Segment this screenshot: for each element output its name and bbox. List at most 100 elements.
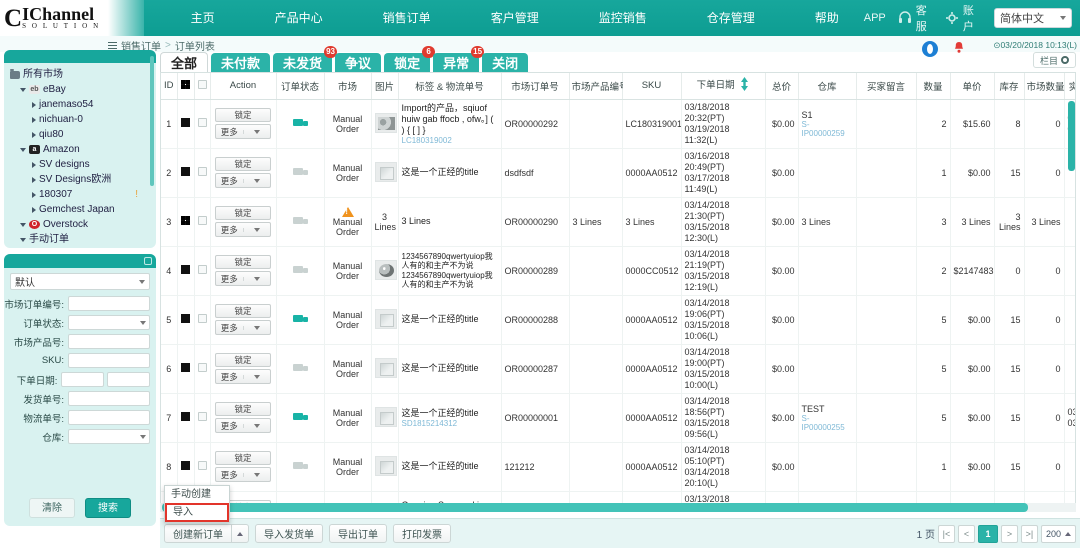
cell-swatch[interactable] (177, 246, 195, 296)
cell-market-order-no[interactable]: OR00000287 (501, 344, 570, 394)
columns-settings-button[interactable]: 栏目 (1032, 52, 1076, 68)
chevron-right-icon[interactable] (32, 116, 36, 123)
cell-swatch[interactable] (177, 393, 195, 443)
cell-swatch[interactable] (177, 197, 195, 247)
chevron-down-icon[interactable] (242, 325, 271, 330)
app-link[interactable]: APP (864, 12, 886, 24)
tracking-number[interactable]: SD1815214312 (402, 419, 498, 428)
table-row[interactable]: 6 锁定 更多 Manual Order 这是一个正经的title OR0000… (161, 344, 1075, 394)
tree-item-qiu80[interactable]: qiu80 (10, 127, 150, 142)
tab-unshipped[interactable]: 未发货 93 (273, 46, 338, 74)
more-button[interactable]: 更多 (215, 320, 271, 335)
tab-all[interactable]: 全部 (160, 52, 209, 74)
more-button[interactable]: 更多 (215, 467, 271, 482)
cell-image[interactable] (371, 442, 399, 492)
col-market[interactable]: 市场 (324, 73, 372, 100)
cell-checkbox[interactable] (194, 442, 211, 492)
chevron-down-icon[interactable] (242, 178, 271, 183)
cell-image[interactable] (371, 99, 399, 149)
first-page-button[interactable]: |< (937, 524, 955, 543)
col-total-price[interactable]: 总价 (765, 73, 799, 100)
account-link[interactable]: 账户 (945, 2, 980, 34)
more-button[interactable]: 更多 (215, 124, 271, 139)
cell-image[interactable] (371, 148, 399, 198)
col-id[interactable]: ID (161, 73, 178, 100)
lock-button[interactable]: 锁定 (215, 451, 271, 465)
cell-image[interactable] (371, 295, 399, 345)
cell-sku[interactable]: 3 Lines (622, 197, 682, 247)
sku-input[interactable] (68, 353, 150, 368)
cell-market-order-no[interactable]: 121212 (501, 442, 570, 492)
tree-item-sv-designs-eu[interactable]: SV Designs欧洲 (10, 172, 150, 187)
chevron-right-icon[interactable] (32, 176, 36, 183)
app-logo[interactable]: C IChannel S O L U T I O N (0, 0, 144, 36)
lock-button[interactable]: 锁定 (215, 206, 271, 220)
tree-item-janemaso54[interactable]: janemaso54 (10, 97, 150, 112)
row-checkbox[interactable] (197, 118, 207, 127)
lock-button[interactable]: 锁定 (215, 353, 271, 367)
table-vertical-scrollbar[interactable] (1068, 101, 1075, 171)
cell-image[interactable] (371, 393, 399, 443)
cell-checkbox[interactable] (194, 344, 211, 394)
col-order-status[interactable]: 订单状态 (276, 73, 325, 100)
tree-item-all-markets[interactable]: 所有市场 (10, 67, 150, 82)
nav-item-inventory-management[interactable]: 仓存管理 (694, 0, 768, 36)
cell-swatch[interactable] (177, 148, 195, 198)
more-button[interactable]: 更多 (215, 271, 271, 286)
chevron-down-icon[interactable] (242, 276, 271, 281)
tree-scrollbar[interactable] (150, 56, 154, 186)
print-invoice-button[interactable]: 打印发票 (393, 524, 451, 543)
sort-arrows-icon[interactable] (740, 77, 749, 94)
menu-item-import[interactable]: 导入 (165, 503, 229, 522)
last-page-button[interactable]: >| (1020, 524, 1038, 543)
more-button[interactable]: 更多 (215, 173, 271, 188)
cell-swatch[interactable] (177, 295, 195, 345)
row-checkbox[interactable] (197, 412, 207, 421)
language-select[interactable]: 简体中文 (993, 8, 1072, 28)
col-quantity[interactable]: 数量 (916, 73, 951, 100)
search-button[interactable]: 搜索 (85, 498, 131, 518)
cell-checkbox[interactable] (194, 393, 211, 443)
cell-swatch[interactable] (177, 99, 195, 149)
cell-sku[interactable]: 0000AA0512 (622, 442, 682, 492)
cell-sku[interactable]: 0000AA0512 (622, 295, 682, 345)
cell-checkbox[interactable] (194, 99, 211, 149)
table-row[interactable]: 3 锁定 更多 Manual Order 3 Lines 3 Lines (161, 197, 1075, 247)
chevron-down-icon[interactable] (20, 87, 26, 92)
tree-item-nichuan-0[interactable]: nichuan-0 (10, 112, 150, 127)
lock-button[interactable]: 锁定 (215, 255, 271, 269)
row-checkbox[interactable] (197, 461, 207, 470)
col-swatch[interactable] (177, 73, 195, 100)
support-link[interactable]: 客服 (898, 2, 933, 34)
col-stock[interactable]: 库存 (994, 73, 1025, 100)
cell-image[interactable]: 3 Lines (371, 197, 399, 247)
menu-icon[interactable] (108, 41, 117, 50)
cell-market-order-no[interactable]: dsdfsdf (501, 148, 570, 198)
clear-button[interactable]: 清除 (29, 498, 75, 518)
table-horizontal-scrollbar-thumb[interactable] (162, 503, 1028, 512)
tree-item-180307[interactable]: 180307 ! (10, 187, 150, 202)
nav-item-home[interactable]: 主页 (178, 0, 228, 36)
lock-button[interactable]: 锁定 (215, 157, 271, 171)
row-checkbox[interactable] (197, 216, 207, 225)
table-row[interactable]: 8 锁定 更多 Manual Order 这是一个正经的title 121212 (161, 442, 1075, 492)
col-warehouse[interactable]: 仓库 (798, 73, 857, 100)
cell-market-order-no[interactable]: OR00000289 (501, 246, 570, 296)
cell-market-order-no[interactable]: OR00000290 (501, 197, 570, 247)
cell-checkbox[interactable] (194, 197, 211, 247)
chevron-down-icon[interactable] (242, 374, 271, 379)
table-row[interactable]: 5 锁定 更多 Manual Order 这是一个正经的title OR0000… (161, 295, 1075, 345)
tree-item-sv-designs[interactable]: SV designs (10, 157, 150, 172)
row-checkbox[interactable] (197, 265, 207, 274)
cell-checkbox[interactable] (194, 148, 211, 198)
more-button[interactable]: 更多 (215, 369, 271, 384)
filter-preset-select[interactable]: 默认 (10, 273, 150, 290)
order-date-to-input[interactable] (107, 372, 150, 387)
menu-item-manual-create[interactable]: 手动创建 (165, 486, 229, 503)
lock-button[interactable]: 锁定 (215, 108, 271, 122)
col-sku[interactable]: SKU (622, 73, 682, 100)
cell-sku[interactable]: 0000AA0512 (622, 344, 682, 394)
chevron-right-icon[interactable] (32, 131, 36, 138)
cell-sku[interactable]: 0000CC0512 (622, 246, 682, 296)
table-row[interactable]: 2 锁定 更多 Manual Order 这是一个正经的title dsdfsd… (161, 148, 1075, 198)
